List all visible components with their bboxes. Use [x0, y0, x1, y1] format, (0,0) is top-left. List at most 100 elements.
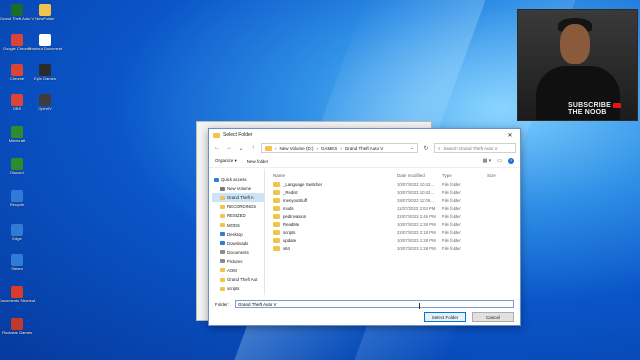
nav-item-label: Quick access	[221, 177, 247, 183]
desktop-icon[interactable]: Documents Shortcut	[0, 286, 36, 304]
desktop-icon[interactable]: Rockstar Games	[2, 318, 32, 336]
desktop-icon[interactable]: Grand Theft Auto V	[0, 4, 34, 22]
row-date: 10/07/2023 10:42...	[397, 189, 435, 195]
nav-item[interactable]: New Volume	[212, 184, 264, 193]
organize-button[interactable]: Organize ▾	[215, 158, 237, 164]
row-type: File folder	[442, 237, 461, 243]
app-icon	[11, 190, 23, 202]
table-row[interactable]: menyooStuff 19/07/2023 11:09... File folde…	[269, 196, 520, 204]
table-row[interactable]: scripts 22/07/2023 2:18 PM File folder	[269, 228, 520, 236]
chevron-down-icon[interactable]: ⌄	[237, 145, 245, 152]
nav-item-label: Downloads	[227, 240, 249, 246]
chevron-down-icon[interactable]: ⌄	[410, 145, 414, 151]
nav-item[interactable]: MODS	[212, 220, 264, 229]
row-type: File folder	[442, 205, 461, 211]
breadcrumb-sep: ›	[316, 145, 319, 151]
folder-input[interactable]	[235, 300, 514, 308]
desktop-icon-label: Documents Shortcut	[0, 298, 36, 303]
nav-item[interactable]: Documents	[212, 248, 264, 257]
nav-item-label: scripts	[227, 286, 240, 292]
preview-pane-icon[interactable]: ▭	[497, 158, 502, 164]
nav-item[interactable]: Quick access	[212, 175, 264, 184]
nav-item[interactable]: This PC	[212, 293, 264, 295]
nav-item[interactable]: Grand Theft A	[212, 193, 264, 203]
select-folder-dialog: Select Folder ✕ ← → ⌄ ↑ › New Volume (D:…	[208, 128, 521, 326]
desktop-icon-label: Minecraft	[8, 138, 26, 143]
row-date: 10/07/2023 1:28 PM	[397, 245, 436, 251]
nav-item[interactable]: AOM	[212, 266, 264, 275]
desktop-icon[interactable]: Recycle	[2, 190, 32, 208]
table-row[interactable]: _Redist 10/07/2023 10:42... File folder	[269, 188, 520, 196]
up-icon[interactable]: ↑	[249, 145, 257, 151]
forward-icon[interactable]: →	[225, 145, 233, 151]
desktop-icon-label: Shortcut Document	[27, 46, 63, 51]
nav-item[interactable]: RESIZED	[212, 211, 264, 220]
back-icon[interactable]: ←	[213, 145, 221, 151]
desktop-icon[interactable]: NewFolder	[30, 4, 60, 22]
table-row[interactable]: pedInvasion 22/07/2023 2:46 PM File folder	[269, 212, 520, 220]
address-bar[interactable]: › New Volume (D:) › GAMES › Grand Theft …	[261, 143, 418, 153]
desktop-icon[interactable]: Chrome	[2, 64, 32, 82]
nav-item[interactable]: Desktop	[212, 230, 264, 239]
row-date: 10/07/2023 10:42...	[397, 181, 435, 187]
desktop-icon[interactable]: Discord	[2, 158, 32, 176]
desktop-icon[interactable]: Edge	[2, 224, 32, 242]
column-size[interactable]: Size	[487, 173, 517, 178]
table-row[interactable]: _Language Switcher 10/07/2023 10:42... Fil…	[269, 180, 520, 188]
folder-bar: Folder:	[209, 299, 520, 309]
app-icon	[39, 34, 51, 46]
help-icon[interactable]: ?	[508, 158, 514, 164]
desktop-icon-label: OBS	[12, 106, 22, 111]
app-icon	[11, 254, 23, 266]
desktop-icon-label: Recycle	[9, 202, 25, 207]
app-icon	[39, 94, 51, 106]
breadcrumb-sep: ›	[340, 145, 342, 151]
person-head	[560, 24, 590, 64]
column-type[interactable]: Type	[442, 173, 487, 178]
table-row[interactable]: x64 10/07/2023 1:28 PM File folder	[269, 244, 520, 252]
desktop-icon[interactable]: Minecraft	[2, 126, 32, 144]
table-row[interactable]: update 10/07/2023 1:28 PM File folder	[269, 236, 520, 244]
nav-item[interactable]: RECORDINGS	[212, 202, 264, 211]
row-type: File folder	[442, 189, 461, 195]
desktop-icon[interactable]: Steam	[2, 254, 32, 272]
refresh-icon[interactable]: ↻	[422, 145, 430, 152]
desktop-icon[interactable]: Epic Games	[30, 64, 60, 82]
search-input[interactable]: ⌕ Search Grand Theft Auto V	[434, 143, 516, 153]
table-row[interactable]: ReadMe 10/07/2023 1:28 PM File folder	[269, 220, 520, 228]
breadcrumb-volume[interactable]: New Volume (D:)	[280, 146, 314, 151]
select-folder-button[interactable]: Select Folder	[424, 312, 466, 322]
nav-item[interactable]: Downloads	[212, 239, 264, 248]
new-folder-button[interactable]: New folder	[247, 159, 269, 164]
search-placeholder: Search Grand Theft Auto V	[443, 145, 498, 151]
folder-icon	[273, 245, 280, 251]
nav-item[interactable]: Pictures	[212, 257, 264, 266]
nav-item[interactable]: Grand Theft Aut	[212, 275, 264, 284]
app-icon	[11, 158, 23, 170]
view-options-icon[interactable]: ▦ ▾	[483, 158, 492, 164]
desktop-icon-label: NewFolder	[35, 16, 55, 21]
row-name: mods	[283, 205, 294, 211]
nav-item[interactable]: scripts	[212, 284, 264, 293]
column-headers: Name Date modified Type Size	[269, 171, 520, 180]
table-row[interactable]: mods 11/07/2023 3:03 PM File folder	[269, 204, 520, 212]
close-icon[interactable]: ✕	[504, 132, 516, 139]
dialog-title: Select Folder	[223, 132, 253, 138]
column-date[interactable]: Date modified	[397, 173, 442, 178]
navigation-pane: Quick access New Volume Grand Theft A RECOR…	[209, 169, 265, 295]
dialog-toolbar: Organize ▾ New folder ▦ ▾ ▭ ?	[209, 155, 520, 168]
column-name[interactable]: Name	[269, 173, 397, 178]
cancel-button[interactable]: Cancel	[472, 312, 514, 322]
nav-folder-icon	[220, 286, 225, 291]
row-date: 19/07/2023 11:09...	[397, 197, 434, 203]
desktop-icon[interactable]: OpenIV	[30, 94, 60, 112]
desktop-icon[interactable]: OBS	[2, 94, 32, 112]
desktop-icon-label: Rockstar Games	[2, 330, 32, 335]
folder-icon	[273, 229, 280, 235]
breadcrumb-games[interactable]: GAMES	[321, 146, 337, 151]
row-type: File folder	[442, 181, 461, 187]
app-icon	[11, 64, 23, 76]
nav-folder-icon	[220, 250, 225, 255]
desktop-icon[interactable]: Shortcut Document	[27, 34, 63, 52]
breadcrumb-gta[interactable]: Grand Theft Auto V	[345, 146, 383, 151]
